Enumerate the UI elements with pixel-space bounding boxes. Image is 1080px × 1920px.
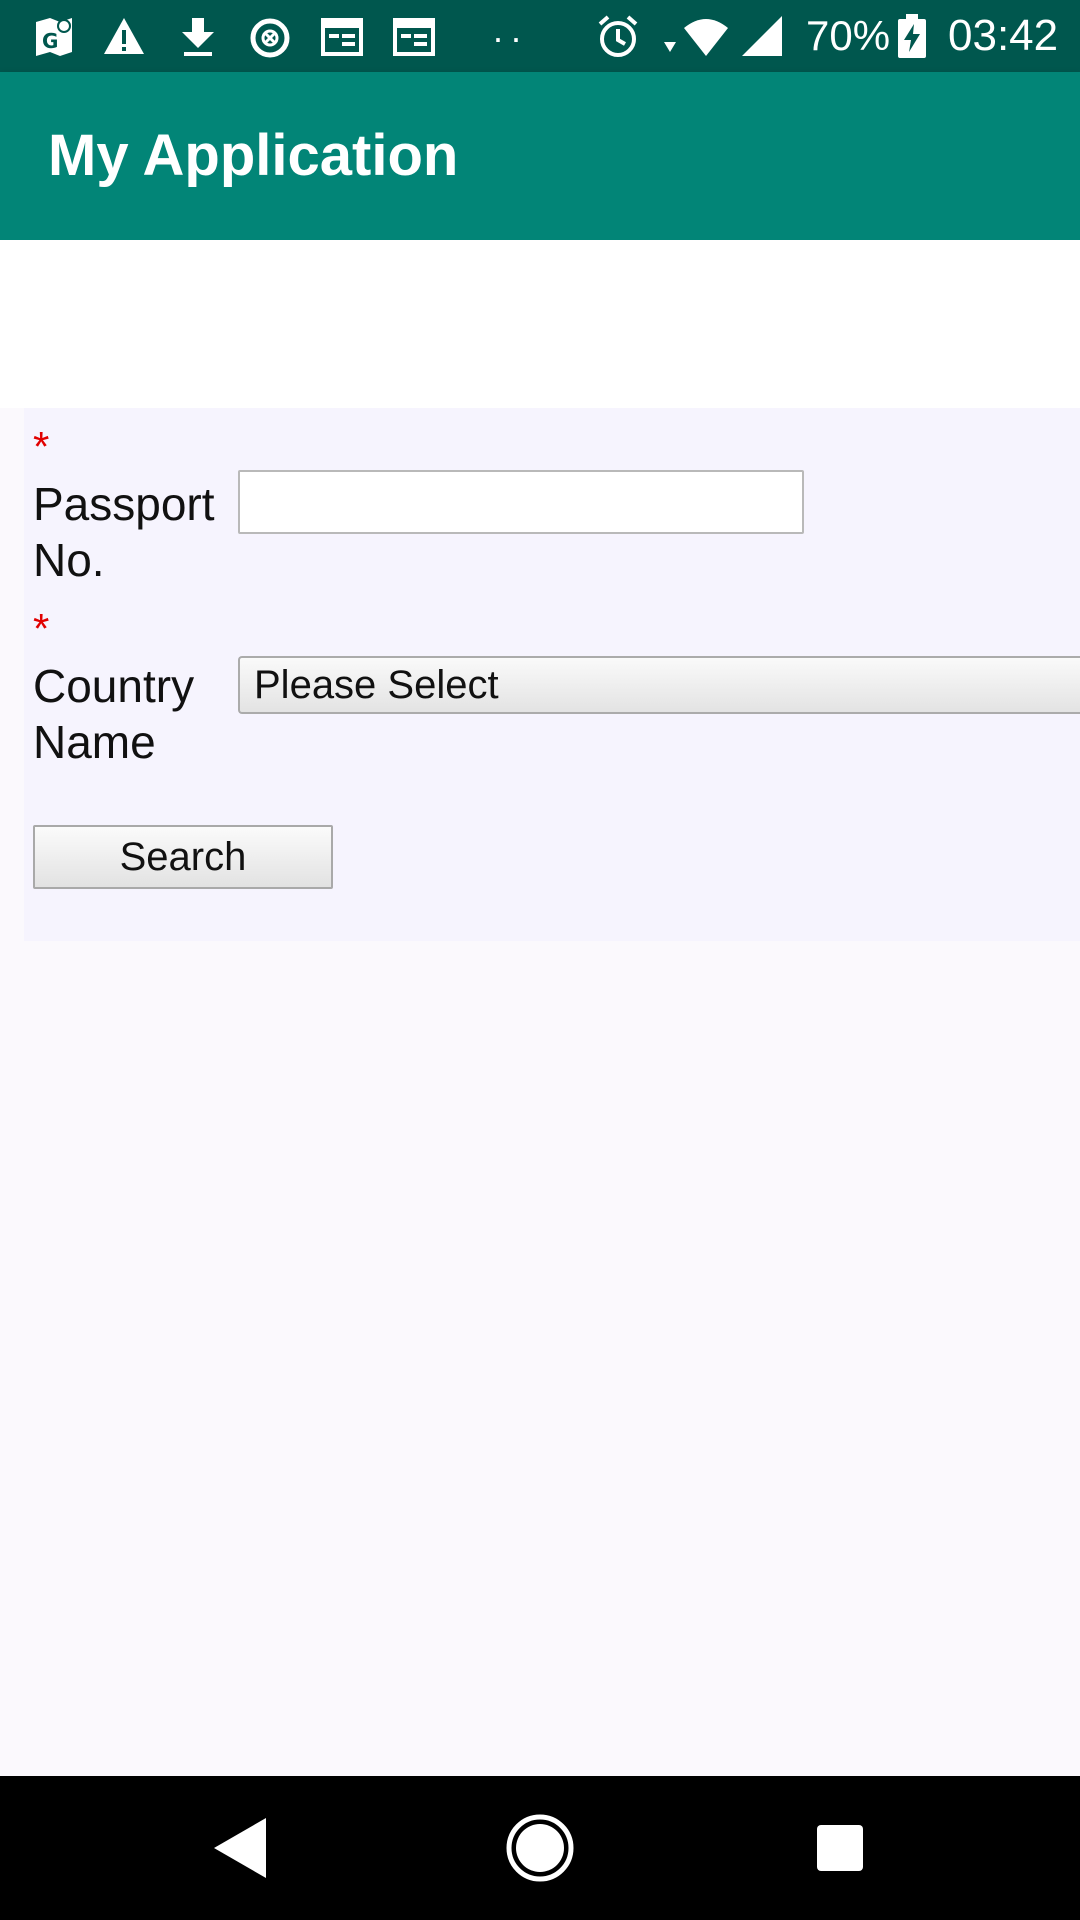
back-icon[interactable]	[204, 1812, 276, 1884]
battery-percentage: 70%	[806, 12, 891, 59]
warning-icon	[102, 12, 146, 60]
country-select[interactable]: Please Select	[238, 656, 1080, 714]
passport-label-line1: Passport	[33, 478, 215, 530]
app-bar: My Application	[0, 72, 1080, 240]
battery-charging-icon	[894, 12, 930, 60]
blocked-icon	[248, 12, 292, 60]
clock: 03:42	[948, 11, 1059, 60]
notification-overflow: ··	[492, 17, 528, 58]
passport-label-line2: No.	[33, 534, 105, 586]
passport-number-input[interactable]	[238, 470, 804, 534]
passport-required-mark: *	[33, 423, 50, 470]
alarm-icon	[596, 12, 640, 60]
calendar-icon	[320, 12, 364, 60]
content-spacer	[0, 240, 1080, 408]
maps-icon: G	[32, 12, 76, 60]
search-form: * Passport No. * Country Name Please Sel…	[24, 408, 1080, 941]
download-icon	[176, 12, 220, 60]
country-required-mark: *	[33, 605, 50, 652]
search-button[interactable]: Search	[33, 825, 333, 889]
content-area: * Passport No. * Country Name Please Sel…	[0, 240, 1080, 1776]
status-bar: G ·· 70% 03:42	[0, 0, 1080, 72]
home-icon[interactable]	[504, 1812, 576, 1884]
wifi-icon	[684, 12, 728, 60]
app-title: My Application	[48, 123, 459, 188]
signal-icon	[740, 12, 784, 60]
country-label-line2: Name	[33, 716, 156, 768]
recents-icon[interactable]	[804, 1812, 876, 1884]
navigation-bar	[0, 1776, 1080, 1920]
calendar-icon	[392, 12, 436, 60]
country-label-line1: Country	[33, 660, 195, 712]
svg-text:G: G	[42, 29, 58, 53]
